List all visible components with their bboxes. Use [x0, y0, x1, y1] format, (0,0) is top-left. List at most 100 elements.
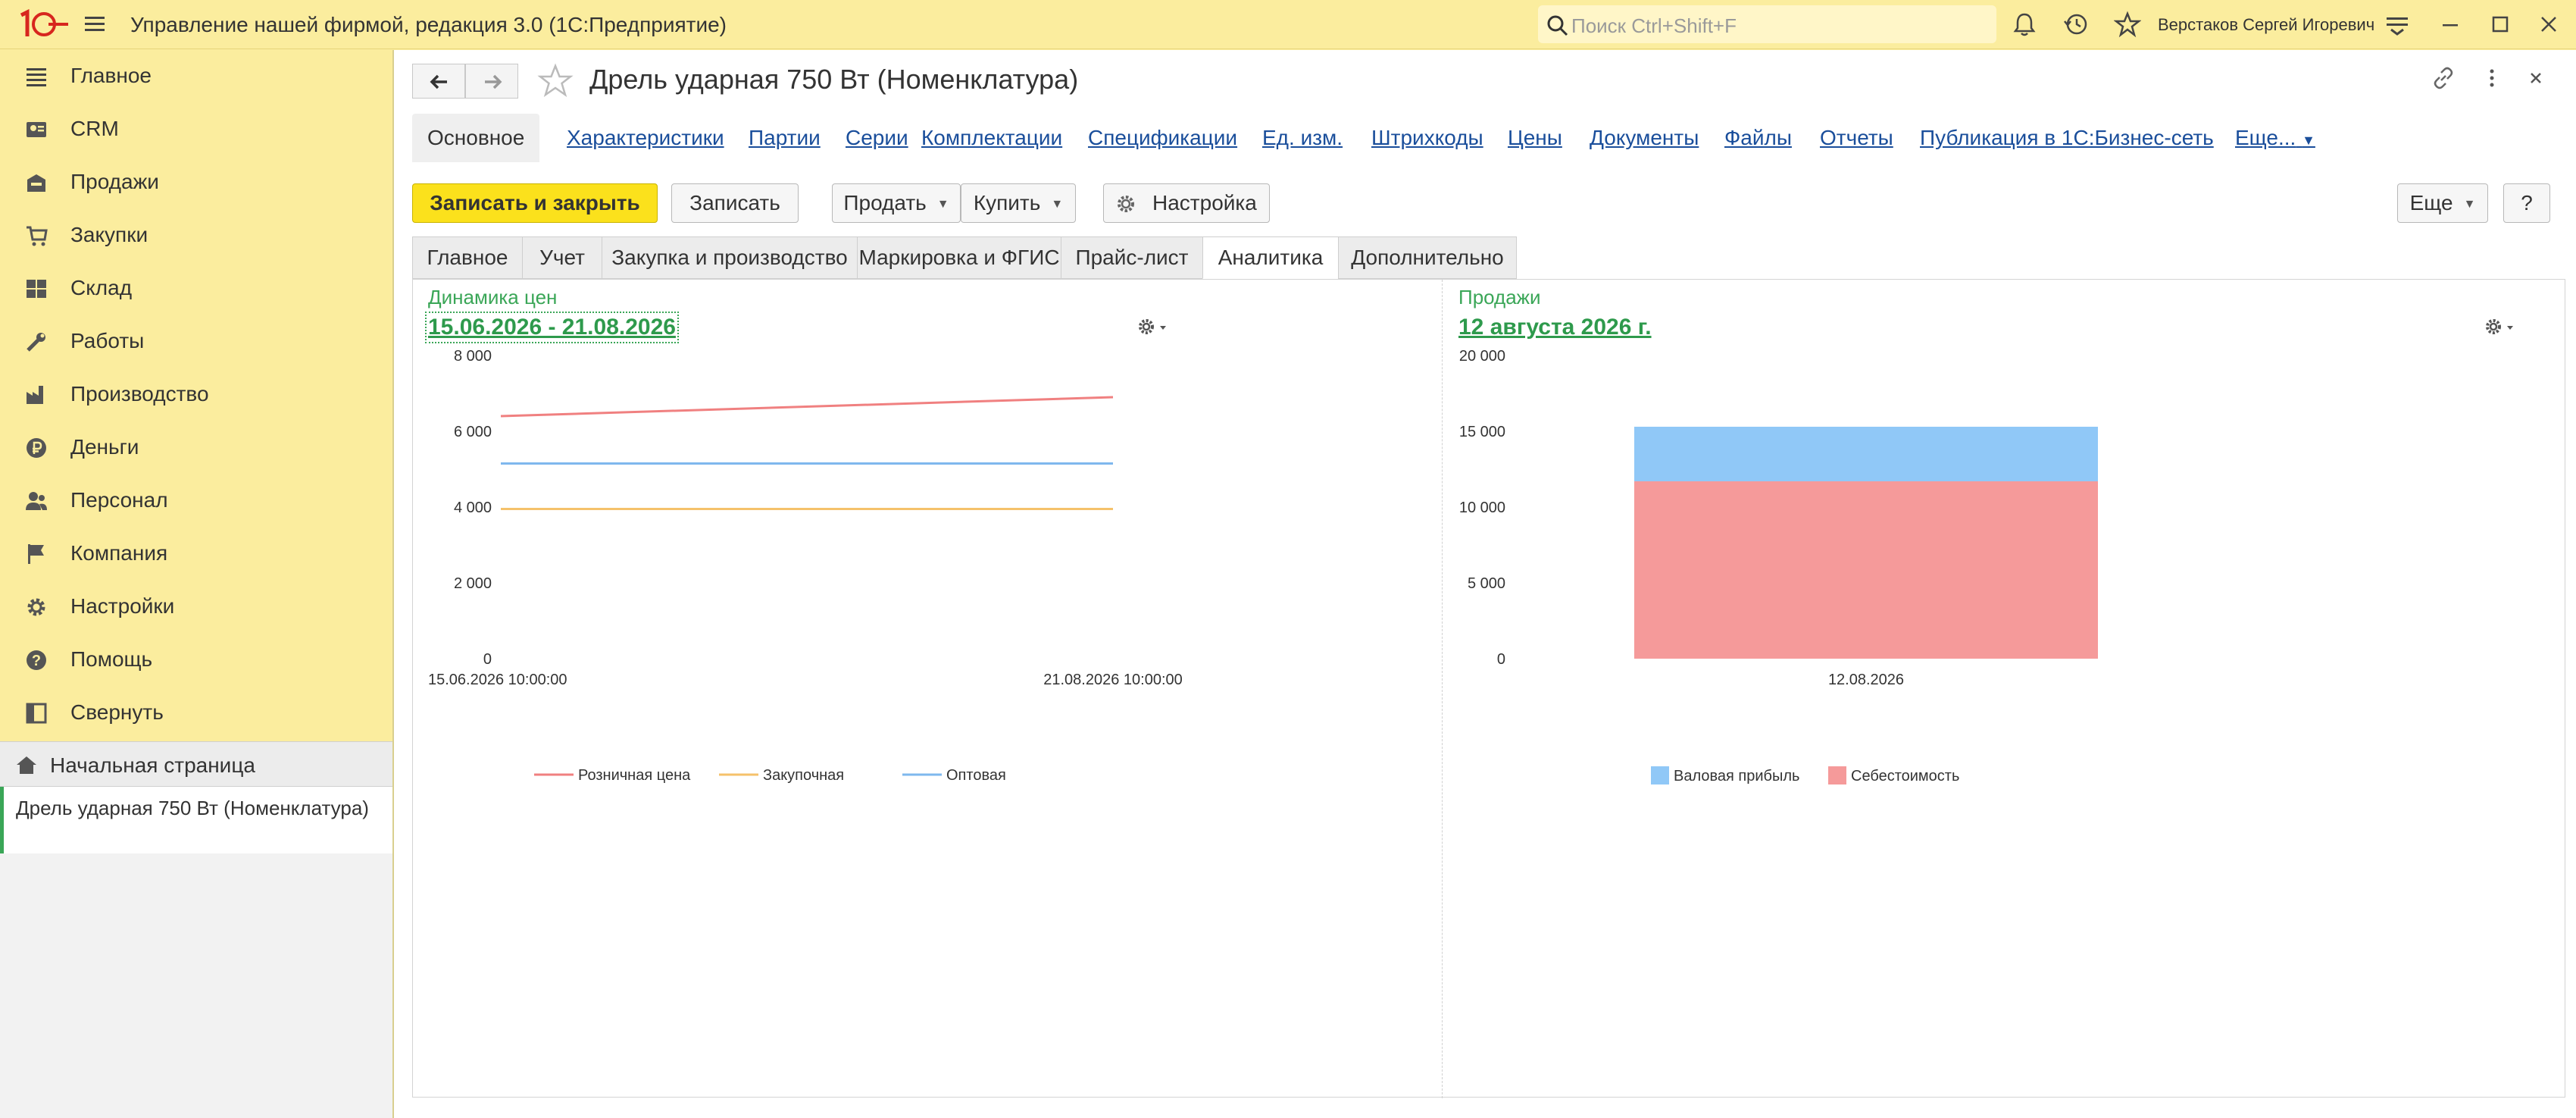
user-name[interactable]: Верстаков Сергей Игоревич: [2158, 15, 2374, 35]
sell-button[interactable]: Продать ▼: [832, 183, 961, 223]
tab-general[interactable]: Главное: [412, 236, 523, 279]
search-input[interactable]: Поиск Ctrl+Shift+F: [1538, 5, 1996, 43]
link-specifications[interactable]: Спецификации: [1088, 114, 1237, 162]
sidebar-item-works[interactable]: Работы: [0, 315, 392, 368]
back-button[interactable]: [412, 64, 465, 99]
link-documents[interactable]: Документы: [1590, 114, 1699, 162]
maximize-icon[interactable]: [2487, 11, 2514, 38]
sidebar-item-label: Настройки: [70, 594, 175, 618]
sidebar: Главное CRM Продажи Закупки Склад Работы…: [0, 50, 394, 1118]
link-more-label: Еще...: [2235, 126, 2296, 149]
sales-chart-period[interactable]: 12 августа 2026 г.: [1458, 315, 1652, 340]
forward-button[interactable]: [465, 64, 518, 99]
tab-purchase-production[interactable]: Закупка и производство: [602, 236, 858, 279]
user-menu-icon[interactable]: [2384, 11, 2411, 38]
save-button[interactable]: Записать: [671, 183, 799, 223]
tab-additional[interactable]: Дополнительно: [1338, 236, 1517, 279]
title-bar: Управление нашей фирмой, редакция 3.0 (1…: [0, 0, 2576, 49]
1c-logo-icon[interactable]: [17, 9, 70, 39]
stacked-bar-segment: [1634, 481, 2098, 659]
price-chart-period[interactable]: 15.06.2026 - 21.08.2026: [425, 312, 679, 343]
link-characteristics[interactable]: Характеристики: [567, 114, 724, 162]
more-vertical-icon[interactable]: [2479, 65, 2505, 91]
sidebar-item-warehouse[interactable]: Склад: [0, 262, 392, 315]
legend-swatch: [1651, 766, 1669, 784]
tab-price-list[interactable]: Прайс-лист: [1061, 236, 1203, 279]
price-chart: 8 000 6 000 4 000 2 000 0 15.06.2026 10:00:00…: [428, 348, 1183, 784]
sidebar-item-label: Персонал: [70, 488, 168, 512]
sidebar-item-label: Компания: [70, 541, 168, 565]
bell-icon[interactable]: [2011, 11, 2038, 38]
sidebar-item-settings[interactable]: Настройки: [0, 581, 392, 634]
sidebar-item-purchases[interactable]: Закупки: [0, 209, 392, 262]
close-form-icon[interactable]: [2523, 65, 2549, 91]
minimize-icon[interactable]: [2437, 11, 2464, 38]
sidebar-item-crm[interactable]: CRM: [0, 103, 392, 156]
sidebar-item-label: Производство: [70, 382, 209, 406]
link-kits[interactable]: Комплектации: [921, 114, 1062, 162]
sidebar-item-label: Помощь: [70, 647, 153, 671]
hamburger-menu-icon[interactable]: [83, 14, 106, 35]
link-main[interactable]: Основное: [412, 114, 540, 162]
price-chart-settings-icon[interactable]: [1134, 315, 1171, 339]
favorites-star-icon[interactable]: [2114, 11, 2141, 38]
y-tick-label: 4 000: [454, 499, 492, 516]
y-tick-label: 10 000: [1459, 499, 1505, 516]
close-window-icon[interactable]: [2535, 11, 2562, 38]
cart-icon: [27, 226, 48, 246]
sell-button-label: Продать: [843, 191, 927, 215]
x-tick-label: 21.08.2026 10:00:00: [1043, 672, 1183, 688]
sidebar-item-company[interactable]: Компания: [0, 528, 392, 581]
tab-accounting[interactable]: Учет: [522, 236, 602, 279]
tab-analytics[interactable]: Аналитика: [1202, 236, 1339, 279]
link-batches[interactable]: Партии: [749, 114, 821, 162]
more-button[interactable]: Еще ▼: [2397, 183, 2488, 223]
buy-button[interactable]: Купить ▼: [961, 183, 1076, 223]
search-icon: [1547, 15, 1568, 36]
link-business-network[interactable]: Публикация в 1С:Бизнес-сеть: [1920, 114, 2214, 162]
settings-button[interactable]: Настройка: [1103, 183, 1270, 223]
home-page-link[interactable]: Начальная страница: [0, 741, 392, 787]
link-prices[interactable]: Цены: [1508, 114, 1562, 162]
sidebar-item-personnel[interactable]: Персонал: [0, 474, 392, 528]
help-button[interactable]: ?: [2503, 183, 2550, 223]
sidebar-item-production[interactable]: Производство: [0, 368, 392, 421]
y-tick-label: 2 000: [454, 575, 492, 592]
link-series[interactable]: Серии: [846, 114, 908, 162]
save-and-close-button[interactable]: Записать и закрыть: [412, 183, 658, 223]
favorite-star-icon[interactable]: [536, 62, 574, 100]
panel-separator: [1442, 280, 1443, 1098]
form-window: Дрель ударная 750 Вт (Номенклатура) Осно…: [394, 50, 2576, 1118]
sales-chart: 20 000 15 000 10 000 5 000 0 12.08.2026 Валова…: [1459, 348, 2098, 784]
legend-label: Закупочная: [763, 767, 844, 784]
sidebar-item-label: CRM: [70, 117, 119, 140]
legend-label: Оптовая: [946, 767, 1006, 784]
sidebar-item-sales[interactable]: Продажи: [0, 156, 392, 209]
sidebar-item-main[interactable]: Главное: [0, 50, 392, 103]
arrow-left-icon: [430, 74, 447, 89]
x-tick-label: 12.08.2026: [1828, 672, 1904, 688]
open-window-item[interactable]: Дрель ударная 750 Вт (Номенклатура): [0, 787, 392, 853]
factory-icon: [27, 386, 43, 404]
form-title: Дрель ударная 750 Вт (Номенклатура): [589, 64, 1079, 95]
link-icon[interactable]: [2431, 65, 2456, 91]
link-reports[interactable]: Отчеты: [1820, 114, 1893, 162]
list-icon: [27, 68, 46, 86]
sidebar-item-money[interactable]: Деньги: [0, 421, 392, 474]
sidebar-item-collapse[interactable]: Свернуть: [0, 687, 392, 740]
legend-label: Валовая прибыль: [1674, 768, 1799, 784]
sidebar-item-label: Продажи: [70, 170, 159, 193]
link-files[interactable]: Файлы: [1724, 114, 1792, 162]
sidebar-item-label: Закупки: [70, 223, 148, 246]
y-tick-label: 0: [483, 651, 492, 668]
history-icon[interactable]: [2062, 11, 2090, 38]
link-barcodes[interactable]: Штрихкоды: [1371, 114, 1483, 162]
ruble-icon: [27, 438, 46, 458]
y-tick-label: 15 000: [1459, 424, 1505, 440]
tab-marking[interactable]: Маркировка и ФГИС: [857, 236, 1061, 279]
link-units[interactable]: Ед. изм.: [1262, 114, 1343, 162]
sidebar-item-help[interactable]: ? Помощь: [0, 634, 392, 687]
link-more[interactable]: Еще... ▼: [2235, 114, 2315, 162]
sales-chart-settings-icon[interactable]: [2481, 315, 2518, 339]
legend-label: Розничная цена: [578, 767, 691, 784]
